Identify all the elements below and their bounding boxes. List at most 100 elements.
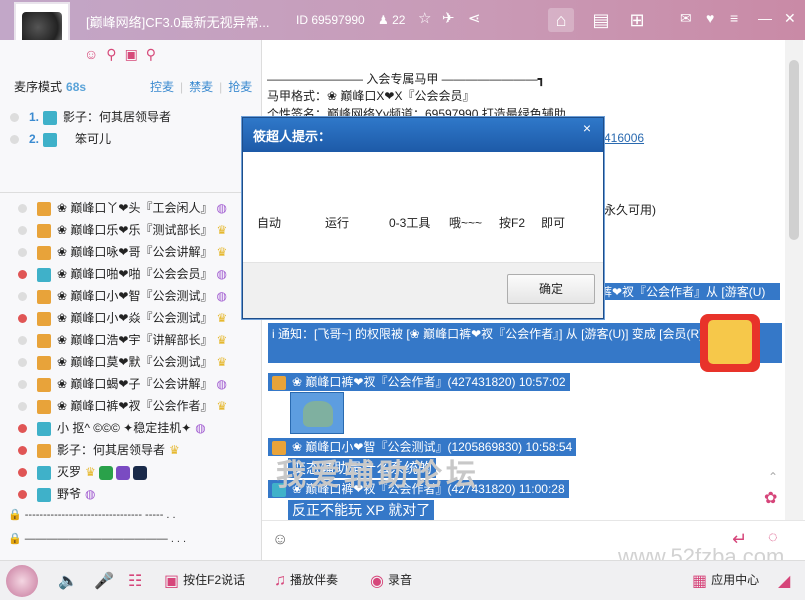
user-row[interactable]: ❀ 巅峰口裤❤衩『公会作者』 ♛ (18, 395, 254, 417)
chat-line: 永久可用) (604, 203, 656, 217)
user-count-value: 22 (392, 13, 406, 27)
room-id: ID 69597990 (296, 13, 365, 27)
queue-number: 1. (29, 110, 40, 124)
user-count: ♟ 22 (378, 13, 405, 27)
queue-item[interactable]: 1. 影子：何其居领导者 (10, 108, 171, 125)
home-icon[interactable]: ⌂ (548, 8, 574, 32)
mail-icon[interactable]: ✉ (680, 10, 692, 27)
user-name: ❀ 巅峰口丫❤头『工会闲人』 (57, 201, 213, 215)
share-icon[interactable]: ⋖ (468, 10, 481, 28)
mic-icon: ◍ (85, 487, 96, 501)
tab-control-mic[interactable]: 控麦 (150, 80, 174, 94)
channel-title: [巅峰网络]CF3.0最新无视异常... (86, 15, 270, 30)
crown-icon: ♛ (216, 355, 228, 369)
user-row[interactable]: ❀ 巅峰口小❤智『公会测试』 ◍ (18, 285, 254, 307)
sticker-image[interactable] (290, 392, 344, 434)
user-row[interactable]: ❀ 巅峰口小❤焱『公会测试』 ♛ (18, 307, 254, 329)
queue-name: 影子：何其居领导者 (63, 110, 172, 124)
dialog-title-bar: 筱超人提示： × (243, 118, 603, 152)
app-center[interactable]: ▦ 应用中心 (692, 571, 759, 591)
badge-icon (132, 465, 147, 480)
user-row[interactable]: 灭罗 ♛ (18, 461, 254, 483)
collapse-icon[interactable]: ⌃ (768, 470, 778, 484)
watermark: 我爱辅助论坛 (276, 459, 480, 492)
gamepad-icon[interactable]: ⊞ (624, 8, 650, 32)
dialog-footer: 确定 (243, 262, 603, 318)
user-name: ❀ 巅峰口啪❤啪『公会会员』 (57, 267, 213, 281)
tab-grab-mic[interactable]: 抢麦 (228, 80, 252, 94)
user-name: 野爷 (57, 487, 82, 501)
microphone-icon[interactable]: 🎤 (94, 571, 118, 591)
equalizer-icon[interactable]: ☷ (128, 571, 146, 591)
user-name: ❀ 巅峰口裤❤衩『公会作者』 (57, 399, 213, 413)
user-icon (43, 132, 58, 147)
user-name: ❀ 巅峰口小❤焱『公会测试』 (57, 311, 213, 325)
chat-link[interactable]: 416006 (604, 131, 644, 145)
crown-icon: ♛ (216, 333, 228, 347)
chat-line: ———————— 入会专属马甲 ————————┓ (267, 72, 545, 86)
queue-item[interactable]: 2. 笨可儿 (10, 130, 111, 147)
lock-row[interactable]: 🔒 ————————————— . . . (8, 532, 186, 545)
push-to-talk[interactable]: ▣ 按住F2说话 (164, 571, 245, 591)
user-name: ❀ 巅峰口咏❤哥『公会讲解』 (57, 245, 213, 259)
mic-icon: ◍ (195, 421, 206, 435)
avatar[interactable] (6, 565, 38, 597)
crown-icon: ♛ (216, 223, 228, 237)
speaker-icon[interactable]: 🔈 (58, 571, 82, 591)
user-list: ❀ 巅峰口丫❤头『工会闲人』 ◍ ❀ 巅峰口乐❤乐『测试部长』 ♛ ❀ 巅峰口咏❤哥… (0, 192, 262, 502)
lock-icon: 🔒 (8, 533, 22, 545)
user-row[interactable]: ❀ 巅峰口丫❤头『工会闲人』 ◍ (18, 197, 254, 219)
plane-icon[interactable]: ✈ (442, 10, 455, 28)
location-icon[interactable]: ⚲ (106, 46, 124, 62)
search-icon[interactable]: ⚲ (146, 46, 164, 62)
more-icon[interactable]: ◢ (778, 571, 794, 591)
tab-ban-mic[interactable]: 禁麦 (189, 80, 213, 94)
chat-line: 裤❤衩『公会作者』从 [游客(U) (600, 283, 780, 300)
menu-icon[interactable]: ≡ (730, 10, 738, 26)
folder-icon[interactable]: ▣ (125, 46, 146, 62)
mic-tabs: 控麦 | 禁麦 | 抢麦 (150, 80, 253, 94)
people-icon[interactable]: ☺ (84, 46, 106, 62)
ok-button[interactable]: 确定 (507, 274, 595, 304)
star-icon[interactable]: ☆ (418, 10, 431, 28)
chat-line: 马甲格式：❀ 巅峰口X❤X『公会会员』 (267, 89, 475, 103)
mic-icon: ◍ (216, 201, 227, 215)
badge-icon (98, 465, 113, 480)
message-header: ❀ 巅峰口裤❤衩『公会作者』(427431820) 10:57:02 (268, 373, 570, 391)
dialog-message: 自动 运行 0-3工具 哦~~~ 按F2 即可 (257, 214, 565, 231)
sub-channel: ————————————— . . . (24, 533, 187, 545)
flower-icon[interactable]: ✿ (764, 488, 777, 508)
close-icon[interactable]: ✕ (784, 10, 796, 27)
minimize-icon[interactable]: — (758, 10, 772, 26)
chat-scrollbar[interactable] (785, 40, 803, 520)
user-name: ❀ 巅峰口乐❤乐『测试部长』 (57, 223, 213, 237)
play-music[interactable]: ♫ 播放伴奏 (274, 571, 338, 590)
user-row[interactable]: ❀ 巅峰口莫❤默『公会测试』 ♛ (18, 351, 254, 373)
list-icon[interactable]: ▤ (588, 8, 614, 32)
user-row[interactable]: ❀ 巅峰口乐❤乐『测试部长』 ♛ (18, 219, 254, 241)
record[interactable]: ◉ 录音 (370, 571, 412, 591)
user-name: ❀ 巅峰口浩❤宇『讲解部长』 (57, 333, 213, 347)
user-row[interactable]: 小 抠^ ©©© ✦稳定挂机✦ ◍ (18, 417, 254, 439)
user-row[interactable]: ❀ 巅峰口蝎❤子『公会讲解』 ◍ (18, 373, 254, 395)
skin-icon[interactable]: ♥ (706, 10, 714, 26)
user-row[interactable]: ❀ 巅峰口浩❤宇『讲解部长』 ♛ (18, 329, 254, 351)
user-row[interactable]: 影子：何其居领导者 ♛ (18, 439, 254, 461)
left-toolbar: ☺⚲▣⚲ (84, 46, 164, 63)
gamepad-icon[interactable] (700, 314, 760, 372)
crown-icon: ♛ (216, 245, 228, 259)
crown-icon: ♛ (85, 465, 96, 479)
lock-row[interactable]: 🔒 -------------------------------- -----… (8, 508, 176, 521)
record-icon: ◉ (370, 573, 384, 590)
title-bar: [巅峰网络]CF3.0最新无视异常... ID 69597990 ♟ 22 ☆ … (0, 0, 805, 60)
emoji-icon[interactable]: ☺ (272, 531, 288, 549)
user-row[interactable]: ❀ 巅峰口咏❤哥『公会讲解』 ♛ (18, 241, 254, 263)
user-name: ❀ 巅峰口蝎❤子『公会讲解』 (57, 377, 213, 391)
user-row[interactable]: 野爷 ◍ (18, 483, 254, 505)
dialog-close-button[interactable]: × (583, 120, 591, 136)
message-part: 运行 (325, 216, 350, 230)
user-icon (43, 110, 58, 125)
user-row[interactable]: ❀ 巅峰口啪❤啪『公会会员』 ◍ (18, 263, 254, 285)
queue-name: 笨可儿 (75, 132, 112, 146)
crown-icon: ♛ (169, 443, 180, 457)
